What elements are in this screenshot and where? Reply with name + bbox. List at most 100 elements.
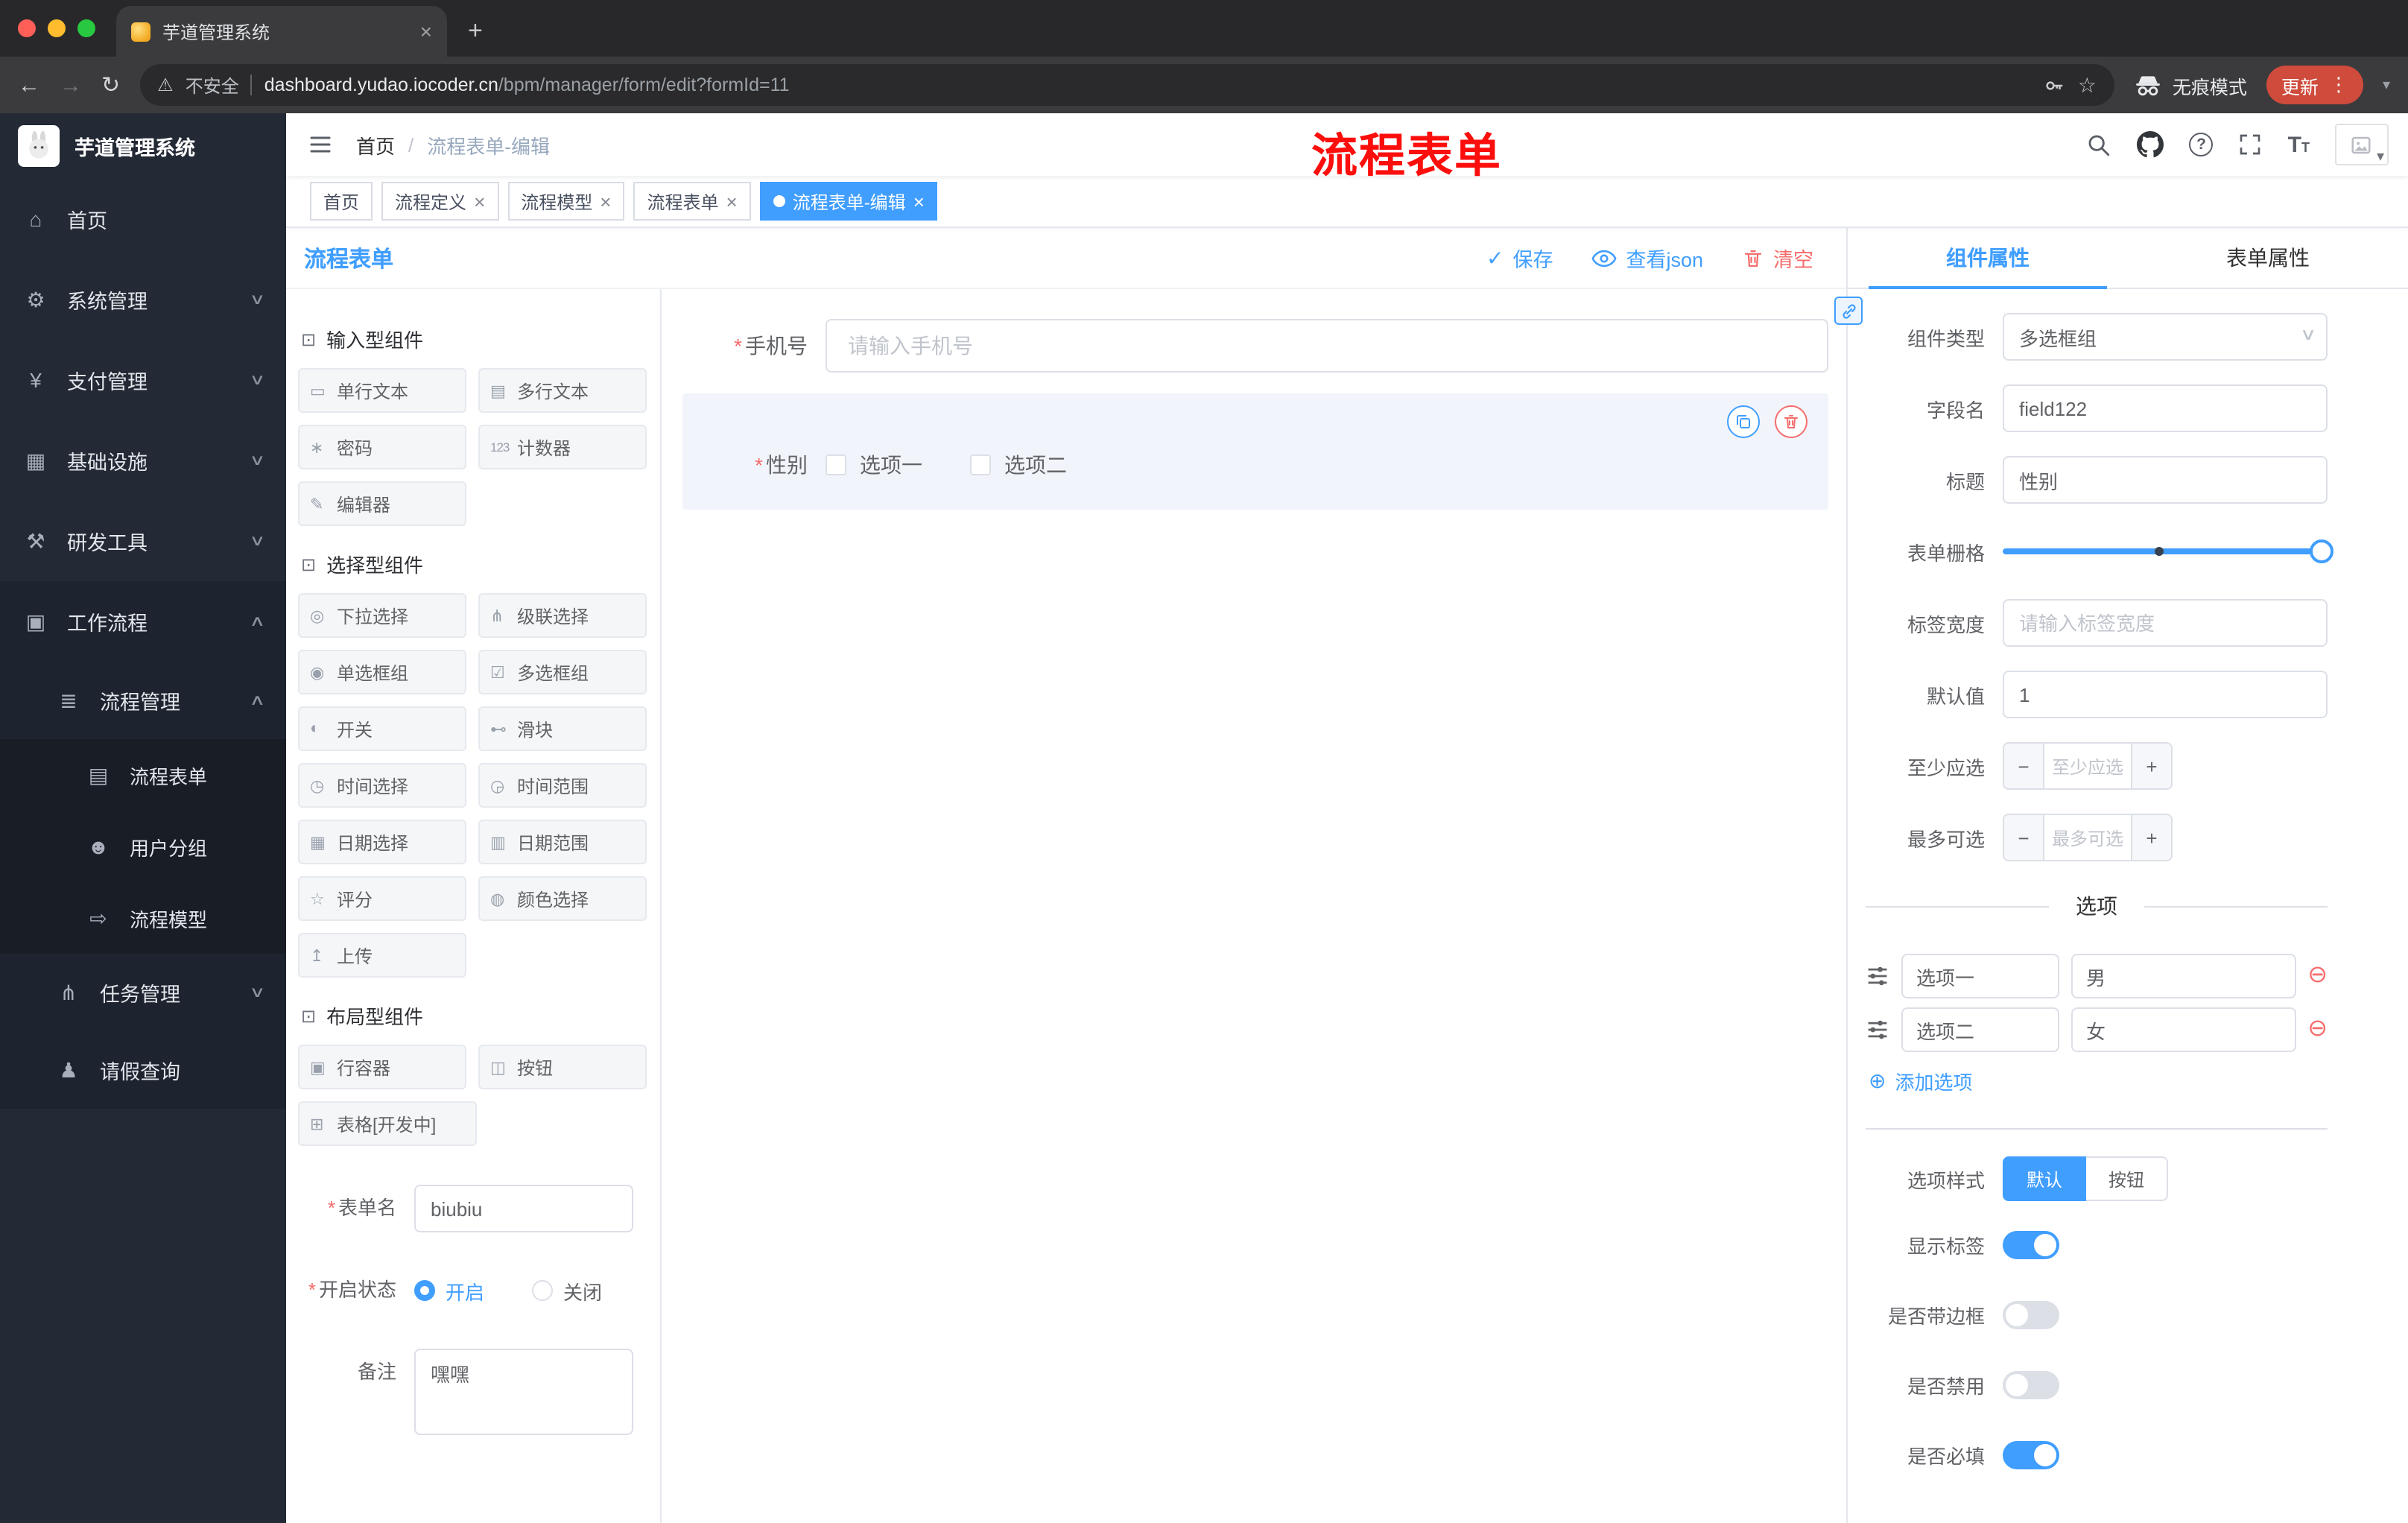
- tag-close-icon[interactable]: ×: [913, 190, 925, 212]
- remove-option-icon[interactable]: ⊖: [2307, 963, 2328, 988]
- palette-item-password[interactable]: ∗ 密码: [298, 425, 466, 469]
- fullscreen-icon[interactable]: [2239, 133, 2263, 156]
- sidebar-item-process-management[interactable]: ≣ 流程管理 ∧: [0, 662, 286, 739]
- sidebar-item-process-model[interactable]: ⇨ 流程模型: [0, 882, 286, 954]
- palette-item-time-picker[interactable]: ◷ 时间选择: [298, 763, 466, 808]
- gender-option1-checkbox[interactable]: 选项一: [826, 450, 922, 480]
- min-select-value[interactable]: 至少应选: [2044, 744, 2131, 788]
- tag-close-icon[interactable]: ×: [474, 190, 485, 212]
- palette-item-editor[interactable]: ✎ 编辑器: [298, 481, 466, 526]
- phone-input[interactable]: [826, 319, 1828, 373]
- title-input[interactable]: [2003, 456, 2328, 504]
- form-name-input[interactable]: [414, 1185, 633, 1232]
- canvas-field-phone[interactable]: * 手机号: [682, 319, 1828, 373]
- sidebar-item-devtools[interactable]: ⚒ 研发工具 ∨: [0, 501, 286, 581]
- option2-label-input[interactable]: [1901, 1007, 2059, 1052]
- update-button[interactable]: 更新 ⋮: [2266, 66, 2363, 104]
- sidebar-item-home[interactable]: ⌂ 首页: [0, 179, 286, 259]
- palette-item-radio-group[interactable]: ◉ 单选框组: [298, 650, 466, 694]
- reload-icon[interactable]: ↻: [101, 72, 120, 98]
- palette-item-single-text[interactable]: ▭ 单行文本: [298, 368, 466, 413]
- tag-process-form[interactable]: 流程表单 ×: [633, 182, 751, 221]
- sidebar-item-payment[interactable]: ¥ 支付管理 ∨: [0, 340, 286, 420]
- help-icon[interactable]: ?: [2189, 133, 2214, 156]
- component-type-select[interactable]: ∨: [2003, 313, 2328, 361]
- palette-item-date-picker[interactable]: ▦ 日期选择: [298, 820, 466, 864]
- palette-item-slider[interactable]: ⊷ 滑块: [478, 706, 647, 751]
- delete-component-button[interactable]: [1775, 405, 1807, 438]
- new-tab-button[interactable]: +: [468, 16, 483, 46]
- show-label-toggle[interactable]: [2003, 1231, 2059, 1259]
- tag-process-model[interactable]: 流程模型 ×: [507, 182, 625, 221]
- gender-option2-checkbox[interactable]: 选项二: [970, 450, 1067, 480]
- tag-close-icon[interactable]: ×: [726, 190, 738, 212]
- sidebar-item-infrastructure[interactable]: ▦ 基础设施 ∨: [0, 420, 286, 501]
- palette-item-checkbox-group[interactable]: ☑ 多选框组: [478, 650, 647, 694]
- field-name-input[interactable]: [2003, 384, 2328, 432]
- password-key-icon[interactable]: [2044, 74, 2066, 96]
- breadcrumb-home[interactable]: 首页: [356, 130, 395, 159]
- status-on-radio[interactable]: 开启: [414, 1276, 484, 1305]
- sidebar-item-leave-query[interactable]: ♟ 请假查询: [0, 1031, 286, 1109]
- palette-item-multi-text[interactable]: ▤ 多行文本: [478, 368, 647, 413]
- palette-item-table[interactable]: ⊞ 表格[开发中]: [298, 1101, 477, 1146]
- address-bar[interactable]: ⚠ 不安全 dashboard.yudao.iocoder.cn/bpm/man…: [139, 64, 2114, 106]
- font-size-icon[interactable]: TT: [2288, 132, 2310, 157]
- bookmark-star-icon[interactable]: ☆: [2078, 72, 2097, 98]
- window-zoom-button[interactable]: [77, 19, 95, 37]
- option2-value-input[interactable]: [2071, 1007, 2296, 1052]
- option1-label-input[interactable]: [1901, 954, 2059, 998]
- disabled-toggle[interactable]: [2003, 1371, 2059, 1399]
- tag-process-form-edit[interactable]: 流程表单-编辑 ×: [759, 182, 938, 221]
- option1-value-input[interactable]: [2071, 954, 2296, 998]
- forward-icon[interactable]: →: [60, 72, 82, 98]
- border-toggle[interactable]: [2003, 1301, 2059, 1329]
- palette-item-color-picker[interactable]: ◍ 颜色选择: [478, 876, 647, 921]
- clear-button[interactable]: 清空: [1742, 243, 1813, 273]
- decrement-button[interactable]: −: [2004, 744, 2044, 788]
- toolbar-caret-icon[interactable]: ▾: [2383, 77, 2390, 93]
- slider-handle[interactable]: [2310, 539, 2333, 563]
- palette-item-cascader[interactable]: ⋔ 级联选择: [478, 593, 647, 638]
- label-width-input[interactable]: [2003, 599, 2328, 647]
- drag-handle-icon[interactable]: [1866, 964, 1889, 988]
- style-default-button[interactable]: 默认: [2003, 1156, 2087, 1201]
- palette-item-button[interactable]: ◫ 按钮: [478, 1045, 647, 1089]
- style-button-button[interactable]: 按钮: [2086, 1156, 2169, 1201]
- view-json-button[interactable]: 查看json: [1591, 243, 1703, 273]
- tab-form-props[interactable]: 表单属性: [2128, 228, 2408, 288]
- add-option-button[interactable]: ⊕ 添加选项: [1869, 1067, 2328, 1095]
- window-close-button[interactable]: [18, 19, 36, 37]
- max-select-value[interactable]: 最多可选: [2044, 815, 2131, 860]
- tag-close-icon[interactable]: ×: [600, 190, 611, 212]
- sidebar-item-process-form[interactable]: ▤ 流程表单: [0, 739, 286, 811]
- sidebar-item-workflow[interactable]: ▣ 工作流程 ∧: [0, 581, 286, 662]
- drag-handle-icon[interactable]: [1866, 1018, 1889, 1042]
- status-off-radio[interactable]: 关闭: [532, 1276, 602, 1305]
- save-button[interactable]: ✓ 保存: [1486, 243, 1553, 273]
- remark-textarea[interactable]: 嘿嘿: [414, 1349, 633, 1435]
- required-toggle[interactable]: [2003, 1441, 2059, 1469]
- increment-button[interactable]: +: [2131, 815, 2171, 860]
- sidebar-item-user-group[interactable]: ☻ 用户分组: [0, 811, 286, 882]
- search-icon[interactable]: [2087, 132, 2112, 157]
- sidebar-item-system[interactable]: ⚙ 系统管理 ∨: [0, 259, 286, 340]
- hamburger-icon[interactable]: [307, 131, 334, 158]
- form-canvas[interactable]: * 手机号 请输入手机号 * 性别 选项一 选项二: [662, 289, 1846, 1523]
- palette-item-time-range[interactable]: ◶ 时间范围: [478, 763, 647, 808]
- palette-item-row-container[interactable]: ▣ 行容器: [298, 1045, 466, 1089]
- palette-item-counter[interactable]: 123 计数器: [478, 425, 647, 469]
- window-minimize-button[interactable]: [48, 19, 66, 37]
- avatar-caret-icon[interactable]: ▾: [2377, 149, 2384, 165]
- decrement-button[interactable]: −: [2004, 815, 2044, 860]
- palette-item-rate[interactable]: ☆ 评分: [298, 876, 466, 921]
- tab-component-props[interactable]: 组件属性: [1848, 228, 2128, 289]
- increment-button[interactable]: +: [2131, 744, 2171, 788]
- back-icon[interactable]: ←: [18, 72, 40, 98]
- component-type-value[interactable]: [2003, 313, 2328, 361]
- tab-close-icon[interactable]: ×: [420, 19, 432, 43]
- palette-item-upload[interactable]: ↥ 上传: [298, 933, 466, 978]
- form-grid-slider[interactable]: [2003, 528, 2333, 575]
- palette-item-select[interactable]: ◎ 下拉选择: [298, 593, 466, 638]
- link-icon[interactable]: [1834, 297, 1863, 325]
